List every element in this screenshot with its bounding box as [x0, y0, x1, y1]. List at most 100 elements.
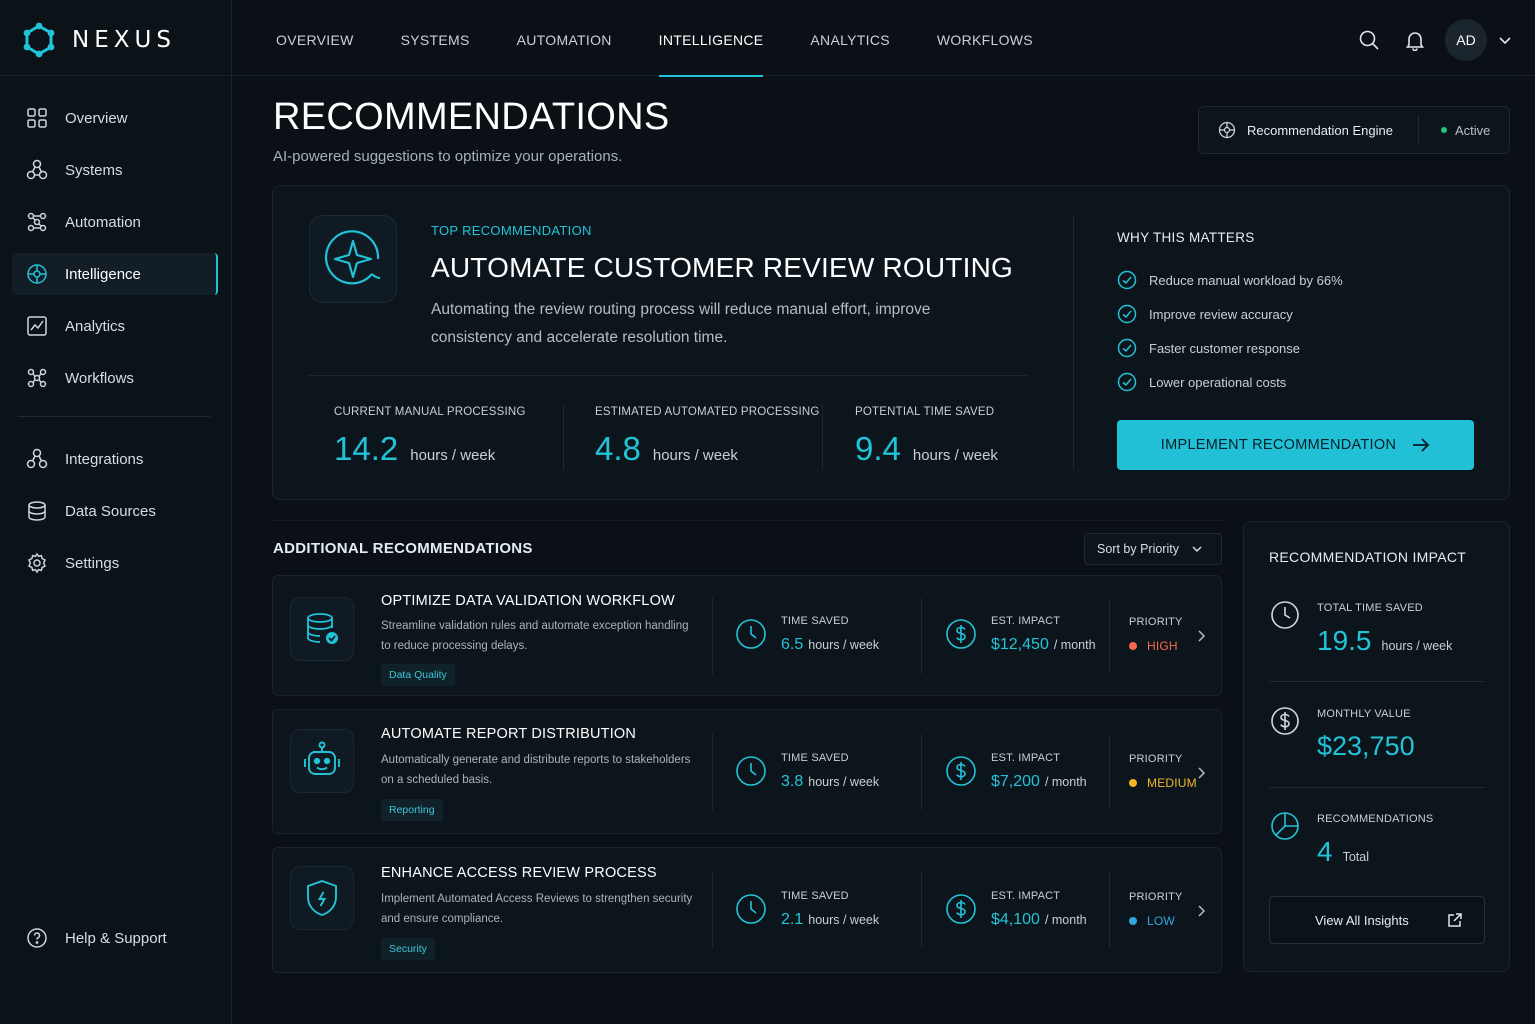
sidebar-item-workflows[interactable]: Workflows [12, 357, 218, 399]
sidebar-nav: Overview Systems Automation Intelligence… [12, 97, 218, 409]
clock-icon [736, 619, 766, 649]
metric-label: CURRENT MANUAL PROCESSING [334, 406, 526, 418]
dollar-icon [946, 619, 976, 649]
additional-recommendations: ADDITIONAL RECOMMENDATIONS Sort by Prior… [272, 520, 1223, 973]
gear-icon [24, 550, 50, 576]
page-subtitle: AI-powered suggestions to optimize your … [273, 148, 623, 165]
recommendation-description: Streamline validation rules and automate… [381, 620, 689, 652]
recommendation-title: OPTIMIZE DATA VALIDATION WORKFLOW [381, 593, 675, 609]
divider [309, 375, 1027, 376]
priority-stat: PRIORITY HIGH [1129, 616, 1183, 653]
recommendation-item[interactable]: ENHANCE ACCESS REVIEW PROCESS Implement … [272, 847, 1222, 973]
recommendation-description: Implement Automated Access Reviews to st… [381, 893, 693, 925]
sidebar: NEXUS Overview Systems Automation Intell… [0, 0, 232, 1024]
database-check-icon-box [290, 597, 354, 661]
top-recommendation-card: TOP RECOMMENDATION AUTOMATE CUSTOMER REV… [272, 185, 1510, 500]
avatar[interactable]: AD [1445, 19, 1487, 61]
stat-label: RECOMMENDATIONS [1317, 813, 1434, 825]
metric-unit: hours / week [652, 447, 738, 464]
tab-intelligence[interactable]: INTELLIGENCE [658, 0, 764, 77]
sidebar-item-label: Intelligence [65, 265, 141, 283]
sidebar-item-analytics[interactable]: Analytics [12, 305, 218, 347]
stat-value: 19.5 [1317, 625, 1372, 656]
divider [822, 404, 823, 470]
integrations-icon [24, 446, 50, 472]
sidebar-item-automation[interactable]: Automation [12, 201, 218, 243]
recommendation-item[interactable]: AUTOMATE REPORT DISTRIBUTION Automatical… [272, 709, 1222, 834]
metric-current-manual: CURRENT MANUAL PROCESSING 14.2 hours / w… [334, 406, 526, 468]
tab-workflows[interactable]: WORKFLOWS [937, 0, 1033, 76]
why-text: Lower operational costs [1149, 374, 1287, 390]
dollar-icon [946, 894, 976, 924]
time-saved-stat: TIME SAVED 3.8 hours / week [735, 752, 879, 791]
total-time-saved-stat: TOTAL TIME SAVED 19.5 hours / week [1269, 601, 1452, 657]
sidebar-item-label: Integrations [65, 450, 144, 468]
stat-unit: hours / week [808, 913, 880, 927]
tab-analytics[interactable]: ANALYTICS [810, 0, 889, 76]
account-menu-button[interactable] [1491, 26, 1519, 54]
recommendation-item[interactable]: OPTIMIZE DATA VALIDATION WORKFLOW Stream… [272, 575, 1222, 696]
sidebar-item-overview[interactable]: Overview [12, 97, 218, 139]
recommendations-count-stat: RECOMMENDATIONS 4 Total [1269, 812, 1434, 868]
divider [921, 872, 922, 948]
sidebar-item-systems[interactable]: Systems [12, 149, 218, 191]
sidebar-item-intelligence[interactable]: Intelligence [12, 253, 218, 295]
sidebar-item-help[interactable]: Help & Support [12, 917, 218, 959]
sidebar-item-label: Automation [65, 213, 141, 231]
tab-systems[interactable]: SYSTEMS [401, 0, 470, 76]
stat-label: PRIORITY [1129, 616, 1183, 628]
divider [712, 598, 713, 674]
dollar-icon [1271, 707, 1299, 735]
sidebar-item-data-sources[interactable]: Data Sources [12, 490, 218, 532]
tab-automation[interactable]: AUTOMATION [517, 0, 612, 76]
recommendation-engine-status[interactable]: Recommendation Engine Active [1198, 106, 1510, 154]
stat-label: EST. IMPACT [991, 890, 1061, 902]
top-nav: OVERVIEW SYSTEMS AUTOMATION INTELLIGENCE… [232, 0, 1535, 77]
priority-dot [1129, 779, 1137, 787]
dollar-icon [946, 756, 976, 786]
logo[interactable]: NEXUS [22, 20, 176, 60]
implement-recommendation-button[interactable]: IMPLEMENT RECOMMENDATION [1117, 420, 1474, 470]
external-link-icon [1447, 913, 1462, 927]
database-icon [24, 498, 50, 524]
impact-stat: EST. IMPACT $7,200 / month [945, 752, 1087, 791]
sidebar-item-label: Help & Support [65, 929, 167, 947]
engine-label: Recommendation Engine [1247, 122, 1393, 138]
chevron-right-icon [1198, 630, 1206, 642]
stat-value: 6.5 [781, 636, 804, 653]
clock-icon [1271, 601, 1299, 629]
priority-badge: HIGH [1147, 639, 1178, 653]
chevron-down-icon [1192, 546, 1202, 553]
check-circle-icon [1117, 304, 1137, 324]
search-icon [1359, 30, 1379, 50]
recommendation-impact-panel: RECOMMENDATION IMPACT TOTAL TIME SAVED 1… [1243, 521, 1510, 972]
sidebar-item-integrations[interactable]: Integrations [12, 438, 218, 480]
logo-divider [0, 75, 232, 76]
stat-unit: hours / week [808, 775, 880, 789]
stat-value: 4 [1317, 836, 1333, 867]
stat-label: TIME SAVED [781, 752, 849, 764]
check-circle-icon [1117, 270, 1137, 290]
sidebar-item-label: Settings [65, 554, 120, 572]
why-list: Reduce manual workload by 66% Improve re… [1117, 263, 1343, 399]
monthly-value-stat: MONTHLY VALUE $23,750 [1269, 707, 1415, 762]
stat-unit: / month [1053, 638, 1096, 652]
shield-icon [307, 880, 337, 916]
search-button[interactable] [1355, 26, 1383, 54]
list-item: Reduce manual workload by 66% [1117, 263, 1343, 297]
category-tag: Data Quality [381, 664, 455, 686]
stat-value: 3.8 [781, 773, 804, 790]
sidebar-item-label: Analytics [65, 317, 126, 335]
section-title: ADDITIONAL RECOMMENDATIONS [273, 540, 533, 557]
clock-icon [736, 756, 766, 786]
tab-overview[interactable]: OVERVIEW [276, 0, 354, 76]
notifications-button[interactable] [1401, 26, 1429, 54]
view-all-insights-button[interactable]: View All Insights [1269, 896, 1485, 944]
metric-value: 9.4 [855, 430, 901, 467]
main-tabs: OVERVIEW SYSTEMS AUTOMATION INTELLIGENCE… [276, 0, 1080, 77]
app-name: NEXUS [72, 27, 176, 53]
sort-dropdown[interactable]: Sort by Priority [1084, 533, 1222, 565]
sidebar-item-settings[interactable]: Settings [12, 542, 218, 584]
chart-icon [24, 313, 50, 339]
stat-label: EST. IMPACT [991, 615, 1061, 627]
